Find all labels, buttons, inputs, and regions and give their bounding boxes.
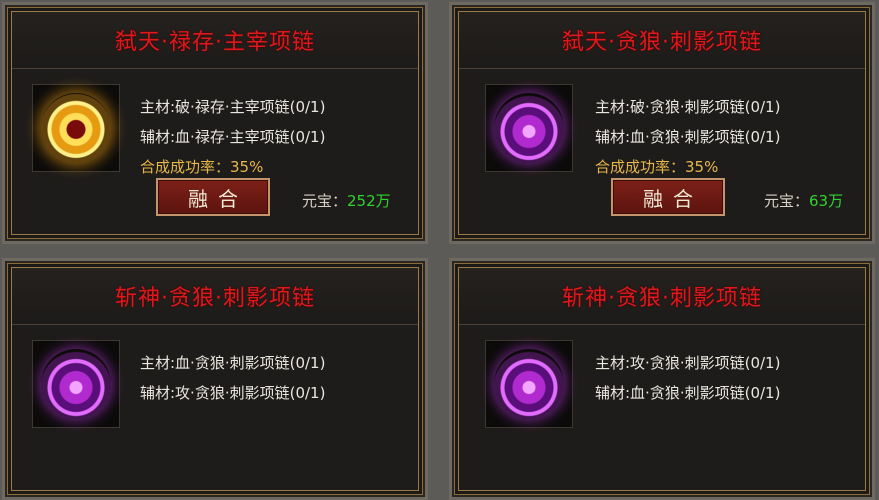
fuse-button[interactable]: 融合 bbox=[156, 178, 270, 216]
panel-title-bar: 弑天·禄存·主宰项链 bbox=[12, 12, 418, 69]
aux-material: 辅材:血·贪狼·刺影项链(0/1) bbox=[595, 384, 781, 402]
purple-necklace-icon bbox=[41, 349, 111, 419]
gold-necklace-icon bbox=[41, 93, 111, 163]
craft-panel-3: 斩神·贪狼·刺影项链 主材:血·贪狼·刺影项链(0/1) 辅材:攻·贪狼·刺影项… bbox=[2, 258, 428, 500]
main-material: 主材:攻·贪狼·刺影项链(0/1) bbox=[595, 354, 781, 372]
ingot-cost: 元宝：252万 bbox=[302, 190, 391, 211]
panel-frame: 斩神·贪狼·刺影项链 主材:攻·贪狼·刺影项链(0/1) 辅材:血·贪狼·刺影项… bbox=[458, 267, 866, 491]
item-title: 弑天·贪狼·刺影项链 bbox=[562, 30, 762, 55]
fuse-button[interactable]: 融合 bbox=[611, 178, 725, 216]
item-title: 斩神·贪狼·刺影项链 bbox=[115, 286, 315, 311]
panel-frame: 斩神·贪狼·刺影项链 主材:血·贪狼·刺影项链(0/1) 辅材:攻·贪狼·刺影项… bbox=[11, 267, 419, 491]
panel-frame: 弑天·禄存·主宰项链 主材:破·禄存·主宰项链(0/1) 辅材:血·禄存·主宰项… bbox=[11, 11, 419, 235]
aux-material: 辅材:血·贪狼·刺影项链(0/1) bbox=[595, 128, 781, 146]
item-slot[interactable] bbox=[32, 84, 120, 172]
item-slot[interactable] bbox=[485, 84, 573, 172]
main-material: 主材:破·禄存·主宰项链(0/1) bbox=[140, 98, 326, 116]
ingot-value: 252万 bbox=[347, 192, 391, 210]
panel-title-bar: 弑天·贪狼·刺影项链 bbox=[459, 12, 865, 69]
panel-title-bar: 斩神·贪狼·刺影项链 bbox=[12, 268, 418, 325]
craft-panel-1: 弑天·禄存·主宰项链 主材:破·禄存·主宰项链(0/1) 辅材:血·禄存·主宰项… bbox=[2, 2, 428, 244]
ingot-cost: 元宝：63万 bbox=[764, 190, 843, 211]
aux-material: 辅材:攻·贪狼·刺影项链(0/1) bbox=[140, 384, 326, 402]
material-info: 主材:破·贪狼·刺影项链(0/1) 辅材:血·贪狼·刺影项链(0/1) 合成成功… bbox=[595, 92, 780, 182]
purple-necklace-icon bbox=[494, 349, 564, 419]
panel-frame: 弑天·贪狼·刺影项链 主材:破·贪狼·刺影项链(0/1) 辅材:血·贪狼·刺影项… bbox=[458, 11, 866, 235]
item-title: 斩神·贪狼·刺影项链 bbox=[562, 286, 762, 311]
ingot-label: 元宝： bbox=[764, 192, 810, 210]
main-material: 主材:破·贪狼·刺影项链(0/1) bbox=[595, 98, 781, 116]
item-title: 弑天·禄存·主宰项链 bbox=[115, 30, 315, 55]
material-info: 主材:攻·贪狼·刺影项链(0/1) 辅材:血·贪狼·刺影项链(0/1) bbox=[595, 348, 780, 408]
panel-title-bar: 斩神·贪狼·刺影项链 bbox=[459, 268, 865, 325]
material-info: 主材:破·禄存·主宰项链(0/1) 辅材:血·禄存·主宰项链(0/1) 合成成功… bbox=[140, 92, 325, 182]
item-slot[interactable] bbox=[32, 340, 120, 428]
ingot-label: 元宝： bbox=[302, 192, 348, 210]
aux-material: 辅材:血·禄存·主宰项链(0/1) bbox=[140, 128, 326, 146]
purple-necklace-icon bbox=[494, 93, 564, 163]
material-info: 主材:血·贪狼·刺影项链(0/1) 辅材:攻·贪狼·刺影项链(0/1) bbox=[140, 348, 325, 408]
ingot-value: 63万 bbox=[809, 192, 844, 210]
item-slot[interactable] bbox=[485, 340, 573, 428]
craft-panel-2: 弑天·贪狼·刺影项链 主材:破·贪狼·刺影项链(0/1) 辅材:血·贪狼·刺影项… bbox=[449, 2, 875, 244]
main-material: 主材:血·贪狼·刺影项链(0/1) bbox=[140, 354, 326, 372]
craft-panel-4: 斩神·贪狼·刺影项链 主材:攻·贪狼·刺影项链(0/1) 辅材:血·贪狼·刺影项… bbox=[449, 258, 875, 500]
